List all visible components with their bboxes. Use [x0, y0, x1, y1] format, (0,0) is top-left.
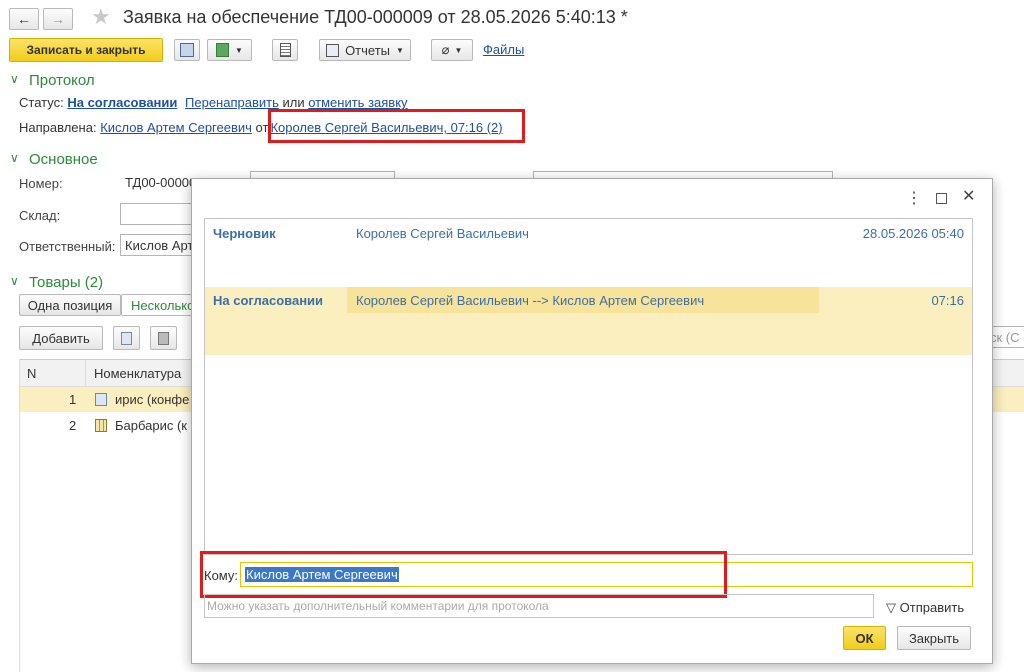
report-icon — [326, 43, 340, 57]
column-header-n[interactable]: N — [27, 366, 36, 381]
chevron-down-icon: ▼ — [396, 45, 404, 55]
sent-to-link[interactable]: Кислов Артем Сергеевич — [100, 120, 252, 135]
print-button[interactable] — [272, 39, 298, 61]
chevron-down-icon[interactable]: ∨ — [10, 274, 19, 288]
close-button[interactable]: Закрыть — [897, 626, 971, 650]
product-set-icon — [95, 419, 107, 432]
chevron-down-icon: ▼ — [454, 45, 463, 55]
goods-section-title[interactable]: Товары (2) — [29, 274, 103, 291]
copy-icon — [121, 331, 132, 345]
column-divider — [85, 360, 86, 386]
history-row[interactable]: На согласовании Королев Сергей Васильеви… — [205, 287, 972, 355]
arrow-left-icon: ← — [17, 11, 31, 27]
protocol-dialog: ⋮ ✕ Черновик Королев Сергей Васильевич 2… — [191, 178, 993, 664]
tab-one-position[interactable]: Одна позиция — [19, 294, 121, 316]
row-number: 1 — [69, 392, 77, 407]
history-who: Королев Сергей Васильевич --> Кислов Арт… — [356, 293, 705, 308]
redirect-link[interactable]: Перенаправить — [185, 95, 279, 110]
comment-input[interactable]: Можно указать дополнительный комментарии… — [204, 594, 874, 618]
maximize-icon[interactable] — [936, 193, 947, 204]
row-nomenclature: Барбарис (к — [115, 418, 187, 433]
product-icon — [95, 393, 107, 406]
responsible-label: Ответственный: — [19, 239, 116, 254]
column-header-nomenclature[interactable]: Номенклатура — [94, 366, 181, 381]
history-status: На согласовании — [213, 293, 324, 308]
save-and-close-button[interactable]: Записать и закрыть — [9, 38, 163, 62]
chevron-down-icon: ▼ — [235, 45, 243, 55]
warehouse-label: Склад: — [19, 208, 61, 223]
send-button[interactable]: ▽ Отправить — [886, 600, 964, 616]
sent-label: Направлена: — [19, 120, 97, 135]
list-document-icon — [279, 43, 291, 57]
status-value-link[interactable]: На согласовании — [67, 95, 177, 110]
chevron-down-icon[interactable]: ∨ — [10, 151, 19, 165]
reports-label: Отчеты — [345, 42, 390, 58]
add-button[interactable]: Добавить — [19, 326, 103, 350]
cancel-request-link[interactable]: отменить заявку — [308, 95, 407, 110]
history-when: 28.05.2026 05:40 — [862, 226, 964, 241]
paperclip-icon: ⌀ — [441, 42, 450, 57]
close-icon[interactable]: ✕ — [962, 186, 975, 206]
row-nomenclature: ирис (конфе — [115, 392, 190, 407]
document-green-icon — [216, 43, 230, 57]
send-label: Отправить — [899, 600, 965, 615]
annotation-box-recipient — [200, 551, 727, 598]
or-text: или — [282, 95, 305, 110]
send-icon: ▽ — [886, 600, 896, 615]
protocol-section-title[interactable]: Протокол — [29, 72, 95, 89]
annotation-box-sender — [268, 109, 525, 143]
forward-button[interactable]: → — [43, 8, 73, 30]
page-title: Заявка на обеспечение ТД00-000009 от 28.… — [123, 7, 628, 27]
table-left-border — [19, 359, 20, 672]
ok-button[interactable]: ОК — [843, 626, 886, 650]
history-when: 07:16 — [931, 293, 964, 308]
history-who: Королев Сергей Васильевич — [356, 226, 529, 241]
arrow-right-icon: → — [51, 11, 65, 27]
row-number: 2 — [69, 418, 77, 433]
main-section-title[interactable]: Основное — [29, 151, 98, 168]
paste-button[interactable] — [150, 326, 177, 350]
attachments-button[interactable]: ⌀ ▼ — [431, 39, 473, 61]
chevron-down-icon[interactable]: ∨ — [10, 72, 19, 86]
star-icon[interactable]: ★ — [91, 4, 111, 30]
history-status: Черновик — [213, 226, 276, 241]
paste-icon — [158, 331, 169, 345]
save-button[interactable] — [174, 39, 200, 61]
create-based-on-button[interactable]: ▼ — [207, 39, 252, 61]
number-label: Номер: — [19, 176, 63, 191]
back-button[interactable]: ← — [9, 8, 39, 30]
reports-button[interactable]: Отчеты ▼ — [319, 39, 411, 61]
history-list[interactable]: Черновик Королев Сергей Васильевич 28.05… — [204, 218, 973, 555]
from-word: от — [255, 120, 269, 135]
more-actions-icon[interactable]: ⋮ — [906, 188, 922, 208]
status-label: Статус: — [19, 95, 64, 110]
floppy-disk-icon — [180, 43, 194, 57]
history-row[interactable]: Черновик Королев Сергей Васильевич 28.05… — [205, 219, 972, 286]
copy-button[interactable] — [113, 326, 140, 350]
files-link[interactable]: Файлы — [483, 42, 524, 57]
